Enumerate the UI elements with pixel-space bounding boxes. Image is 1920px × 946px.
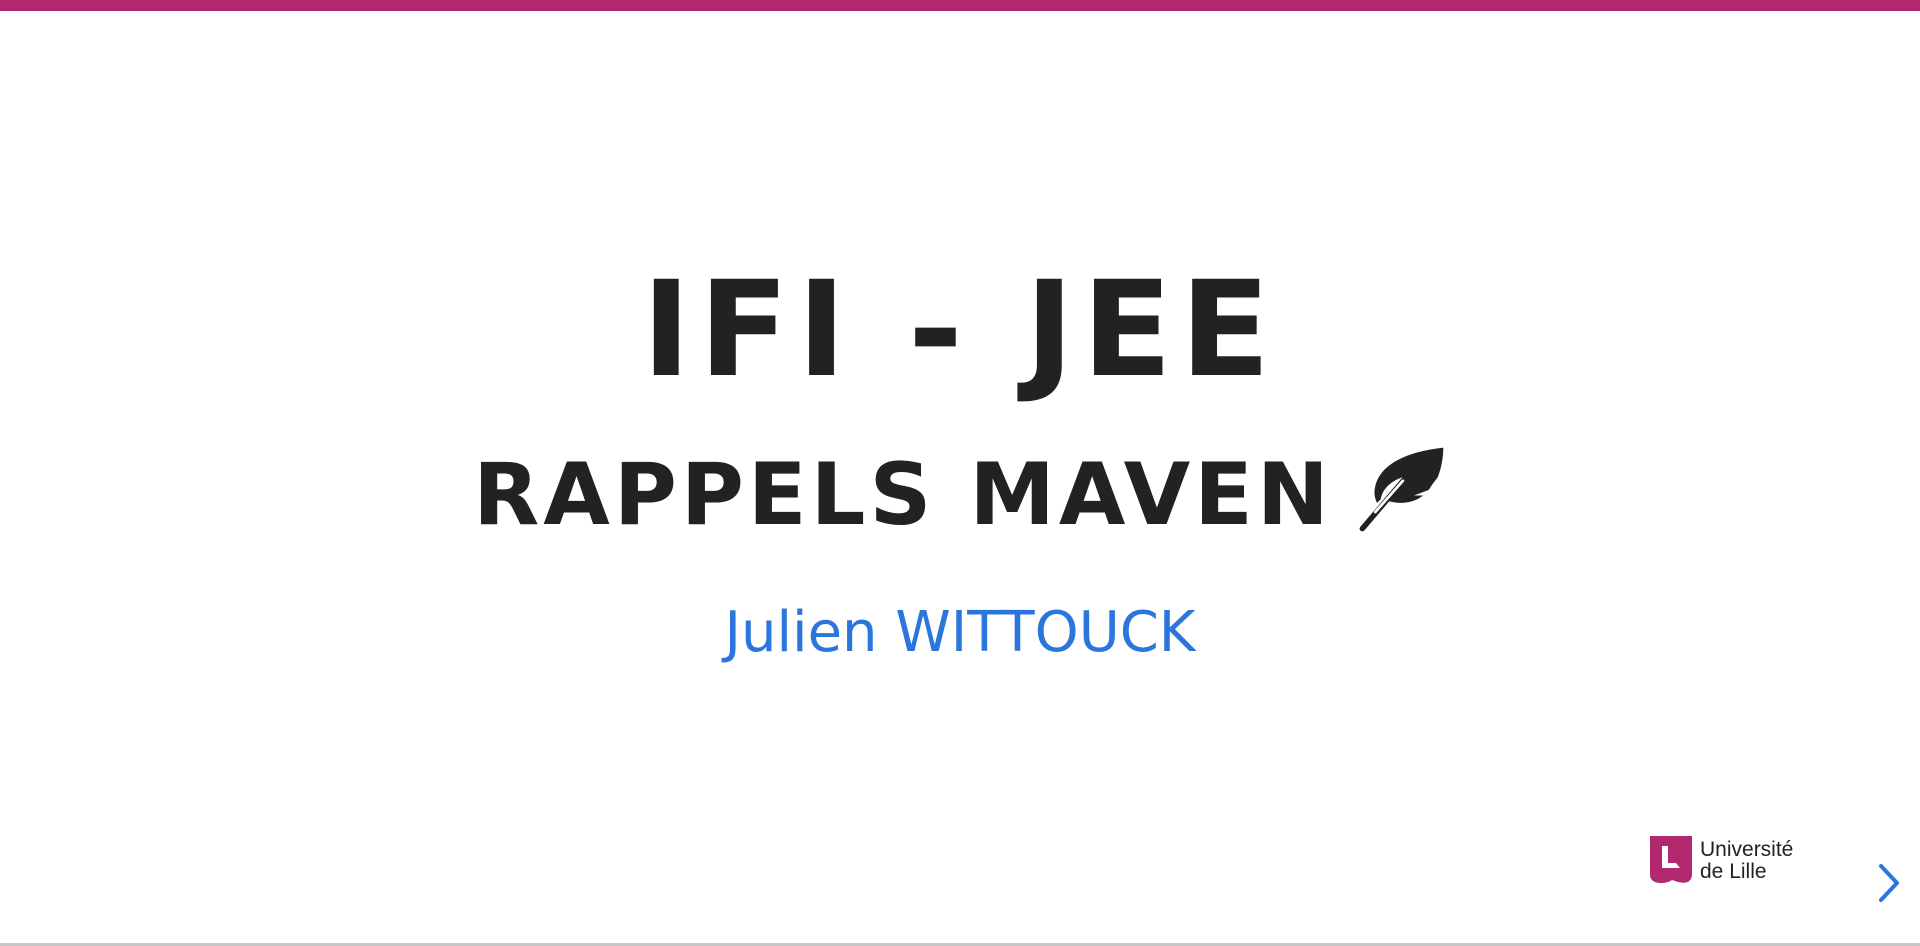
feather-icon bbox=[1359, 447, 1444, 532]
university-shield-icon bbox=[1650, 836, 1692, 883]
logo-text-line1: Université bbox=[1700, 838, 1794, 861]
logo-text-line2: de Lille bbox=[1700, 860, 1767, 883]
slide-subtitle: RAPPELS MAVEN bbox=[0, 440, 1920, 550]
slide-title: IFI - JEE bbox=[641, 253, 1279, 407]
logo-text: Université de Lille bbox=[1700, 839, 1793, 883]
presentation-slide: IFI - JEE RAPPELS MAVEN Julien WITTOUCK … bbox=[0, 0, 1920, 946]
universite-de-lille-logo: Université de Lille bbox=[1650, 836, 1793, 886]
top-accent-bar bbox=[0, 0, 1920, 11]
chevron-right-icon[interactable] bbox=[1876, 862, 1902, 904]
author-name: Julien WITTOUCK bbox=[724, 600, 1196, 665]
slide-subtitle-text: RAPPELS MAVEN bbox=[473, 445, 1333, 545]
